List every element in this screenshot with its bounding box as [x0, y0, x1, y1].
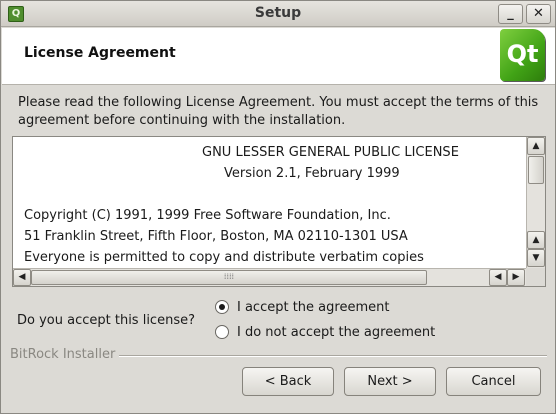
decline-radio-option[interactable]: I do not accept the agreement: [215, 323, 435, 341]
back-button[interactable]: < Back: [242, 367, 334, 396]
qt-logo-icon: Qt: [500, 29, 545, 81]
license-text: GNU LESSER GENERAL PUBLIC LICENSE Versio…: [13, 137, 526, 267]
scroll-up-icon[interactable]: ▲: [527, 231, 545, 249]
scroll-corner: [526, 268, 545, 286]
license-line: Everyone is permitted to copy and distri…: [24, 250, 424, 265]
horizontal-scrollbar[interactable]: ◀ ⁞⁞⁞⁞ ◀ ▶: [13, 268, 526, 286]
accept-question: Do you accept this license?: [17, 313, 195, 328]
license-line: 51 Franklin Street, Fifth Floor, Boston,…: [24, 229, 408, 244]
license-line: Copyright (C) 1991, 1999 Free Software F…: [24, 208, 391, 223]
cancel-button[interactable]: Cancel: [446, 367, 541, 396]
accept-radio-option[interactable]: I accept the agreement: [215, 298, 389, 316]
decline-radio-label[interactable]: I do not accept the agreement: [237, 325, 435, 340]
license-line: Version 2.1, February 1999: [224, 166, 400, 181]
intro-text: Please read the following License Agreem…: [18, 95, 539, 128]
vertical-scroll-thumb[interactable]: [528, 156, 544, 184]
close-button[interactable]: ✕: [526, 4, 551, 24]
radio-checked-icon[interactable]: [215, 300, 229, 314]
window-title: Setup: [254, 5, 302, 21]
vertical-scrollbar[interactable]: ▲ ▲ ▼: [526, 137, 545, 268]
license-text-area[interactable]: GNU LESSER GENERAL PUBLIC LICENSE Versio…: [12, 136, 546, 287]
setup-window: Q Setup _ ✕ License Agreement Qt Please …: [0, 0, 556, 414]
radio-unchecked-icon[interactable]: [215, 325, 229, 339]
accept-radio-label[interactable]: I accept the agreement: [237, 300, 389, 315]
scroll-left-icon[interactable]: ◀: [13, 269, 31, 286]
scroll-right-icon[interactable]: ▶: [507, 269, 525, 286]
minimize-button[interactable]: _: [498, 4, 523, 24]
scroll-left-icon[interactable]: ◀: [489, 269, 507, 286]
header-panel: License Agreement Qt: [2, 28, 555, 85]
title-bar[interactable]: Q Setup _ ✕: [1, 1, 555, 27]
page-title: License Agreement: [24, 45, 176, 61]
next-button[interactable]: Next >: [344, 367, 436, 396]
license-line: GNU LESSER GENERAL PUBLIC LICENSE: [202, 145, 459, 160]
installer-brand: BitRock Installer: [10, 347, 120, 362]
scroll-up-icon[interactable]: ▲: [527, 137, 545, 155]
horizontal-scroll-thumb[interactable]: ⁞⁞⁞⁞: [31, 270, 427, 285]
scroll-down-icon[interactable]: ▼: [527, 249, 545, 267]
